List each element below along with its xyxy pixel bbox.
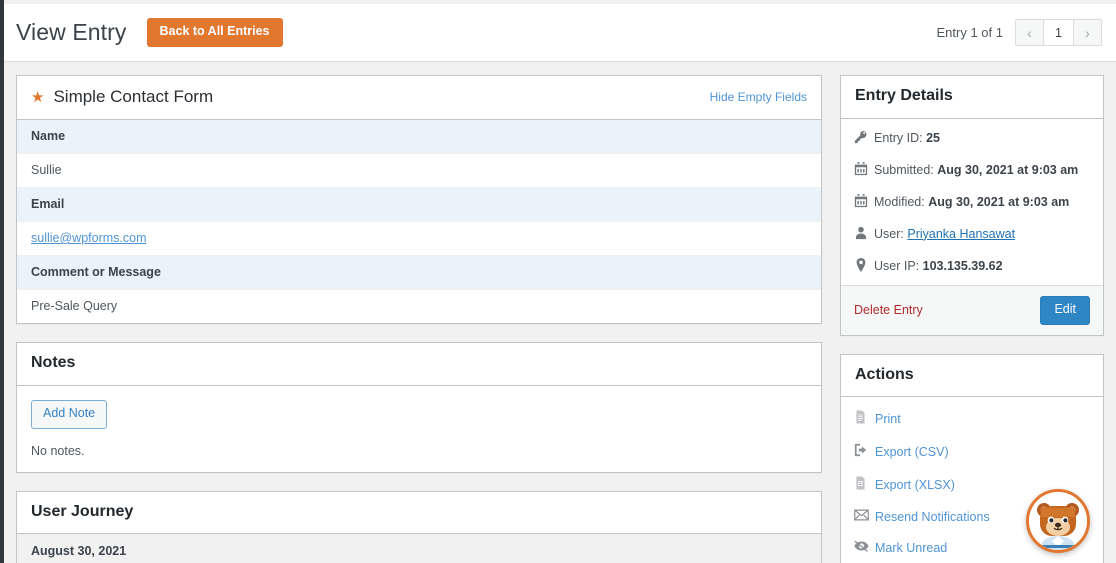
export-xlsx-link[interactable]: Export (XLSX) — [875, 478, 955, 492]
entry-detail-label: User: — [874, 226, 904, 241]
entry-pager: ‹ 1 › — [1015, 19, 1102, 46]
star-icon: ★ — [31, 88, 45, 106]
entry-detail-row: User IP: 103.135.39.62 — [841, 251, 1103, 283]
entry-details-card-header: Entry Details — [841, 76, 1103, 119]
entry-detail-row: Entry ID: 25 — [841, 123, 1103, 155]
page-title: View Entry — [16, 18, 127, 45]
user-journey-card: User Journey August 30, 2021 — [16, 490, 822, 563]
resend-notifications-link[interactable]: Resend Notifications — [875, 510, 990, 524]
export-xlsx-icon — [854, 476, 875, 493]
notes-title: Notes — [31, 354, 76, 372]
calendar-icon — [854, 193, 874, 212]
notes-card: Notes Add Note No notes. — [16, 342, 822, 473]
email-link[interactable]: sullie@wpforms.com — [31, 231, 147, 245]
key-icon — [854, 130, 874, 148]
next-entry-button[interactable]: › — [1073, 19, 1102, 46]
field-label: Name — [17, 120, 821, 155]
entry-navigation: Entry 1 of 1 ‹ 1 › — [937, 19, 1102, 46]
user-journey-card-header: User Journey — [17, 492, 821, 535]
notes-empty-message: No notes. — [31, 443, 85, 458]
back-to-all-entries-button[interactable]: Back to All Entries — [146, 18, 283, 47]
entry-fields-card-header: ★ Simple Contact Form Hide Empty Fields — [17, 76, 821, 121]
add-note-button[interactable]: Add Note — [31, 399, 108, 429]
location-pin-icon — [854, 257, 874, 276]
entry-detail-text: User: Priyanka Hansawat — [874, 226, 1015, 242]
print-link[interactable]: Print — [875, 412, 901, 426]
entry-detail-row: Submitted: Aug 30, 2021 at 9:03 am — [841, 155, 1103, 187]
field-value: Pre-Sale Query — [17, 290, 821, 324]
current-entry-number[interactable]: 1 — [1043, 19, 1074, 46]
entry-count-label: Entry 1 of 1 — [936, 25, 1003, 40]
support-bear-avatar-icon — [1029, 492, 1087, 550]
form-name: Simple Contact Form — [53, 87, 214, 106]
entry-details-footer: Delete Entry Edit — [841, 284, 1103, 335]
user-journey-title: User Journey — [31, 502, 134, 520]
calendar-icon — [854, 161, 874, 180]
delete-entry-link[interactable]: Delete Entry — [854, 303, 923, 317]
support-bear-avatar[interactable] — [1026, 489, 1090, 553]
entry-detail-label: Submitted: — [874, 162, 934, 177]
actions-title: Actions — [855, 365, 914, 383]
entry-detail-label: Entry ID: — [874, 130, 923, 145]
entry-detail-row: Modified: Aug 30, 2021 at 9:03 am — [841, 187, 1103, 219]
entry-detail-value: 25 — [926, 130, 941, 145]
prev-entry-button[interactable]: ‹ — [1015, 19, 1044, 46]
hide-empty-fields-link[interactable]: Hide Empty Fields — [710, 90, 807, 104]
primary-column: ★ Simple Contact Form Hide Empty Fields … — [16, 75, 822, 563]
entry-user-link[interactable]: Priyanka Hansawat — [907, 227, 1015, 241]
edit-entry-button[interactable]: Edit — [1040, 295, 1090, 325]
export-csv-icon — [854, 443, 875, 460]
notes-card-body: Add Note No notes. — [17, 386, 821, 472]
entry-details-title: Entry Details — [855, 87, 953, 104]
entry-fields-list: Name Sullie Email sullie@wpforms.com Com… — [17, 120, 821, 324]
mark-unread-link[interactable]: Mark Unread — [875, 541, 947, 555]
entry-detail-label: User IP: — [874, 258, 920, 273]
action-row-export-csv[interactable]: Export (CSV) — [841, 435, 1103, 468]
eye-slash-icon — [854, 540, 875, 555]
field-value: Sullie — [17, 154, 821, 189]
actions-card-header: Actions — [841, 355, 1103, 398]
page-header-bar: View Entry Back to All Entries Entry 1 o… — [4, 4, 1116, 62]
envelope-icon — [854, 509, 875, 524]
entry-details-list: Entry ID: 25 Submitted: Aug 30, 2021 at … — [841, 119, 1103, 285]
entry-detail-value: 103.135.39.62 — [922, 258, 1003, 273]
entry-detail-label: Modified: — [874, 194, 925, 209]
field-label: Email — [17, 188, 821, 223]
user-icon — [854, 226, 874, 244]
action-row-print[interactable]: Print — [841, 402, 1103, 435]
entry-detail-value: Aug 30, 2021 at 9:03 am — [937, 162, 1079, 177]
notes-card-header: Notes — [17, 343, 821, 386]
field-value: sullie@wpforms.com — [17, 222, 821, 257]
export-csv-link[interactable]: Export (CSV) — [875, 445, 949, 459]
field-label: Comment or Message — [17, 256, 821, 291]
admin-left-rail — [0, 0, 4, 563]
entry-fields-card: ★ Simple Contact Form Hide Empty Fields … — [16, 75, 822, 325]
entry-detail-text: User IP: 103.135.39.62 — [874, 258, 1003, 274]
entry-details-card: Entry Details Entry ID: 25 Submitted: Au… — [840, 75, 1104, 336]
entry-detail-text: Submitted: Aug 30, 2021 at 9:03 am — [874, 162, 1078, 178]
print-icon — [854, 410, 875, 427]
entry-detail-row: User: Priyanka Hansawat — [841, 219, 1103, 251]
entry-detail-value: Aug 30, 2021 at 9:03 am — [928, 194, 1070, 209]
viewport-top-strip — [0, 0, 1116, 4]
user-journey-date: August 30, 2021 — [17, 534, 821, 563]
entry-detail-text: Modified: Aug 30, 2021 at 9:03 am — [874, 194, 1069, 210]
content-area: ★ Simple Contact Form Hide Empty Fields … — [4, 63, 1116, 563]
entry-detail-text: Entry ID: 25 — [874, 130, 940, 146]
